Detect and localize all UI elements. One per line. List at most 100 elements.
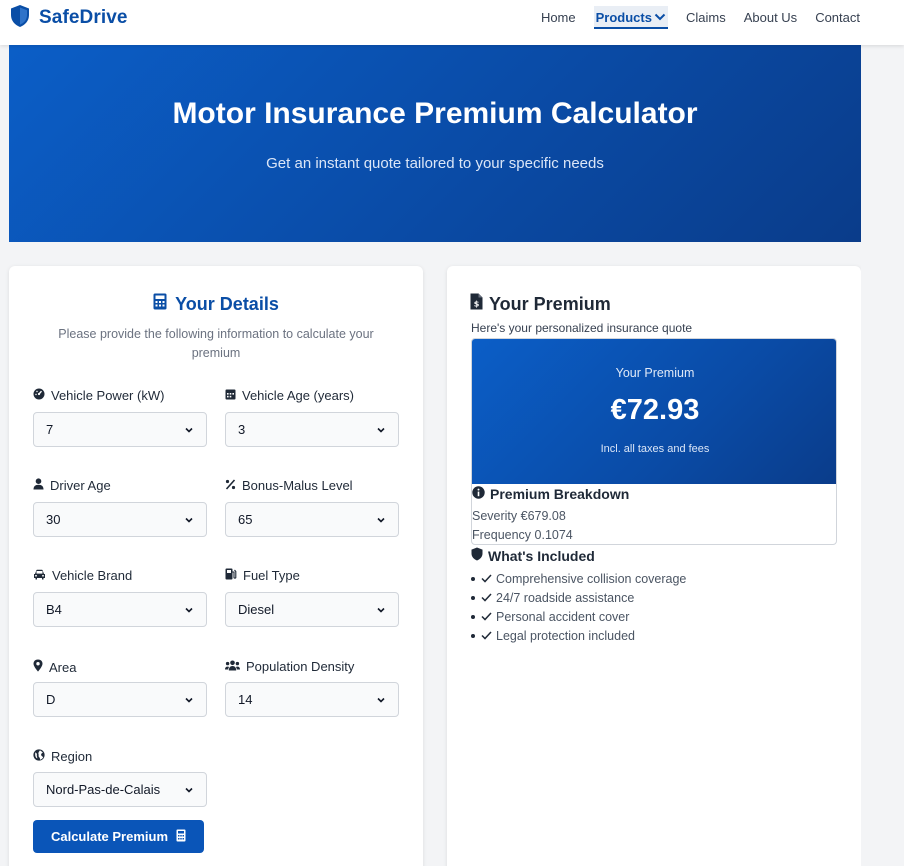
region-label: Region xyxy=(51,749,93,764)
info-circle-icon xyxy=(472,486,485,502)
driver-age-value: 30 xyxy=(46,512,61,527)
vehicle-brand-select[interactable]: B4 xyxy=(33,592,207,627)
details-heading: Your Details xyxy=(9,293,423,315)
premium-amount: €72.93 xyxy=(610,394,700,426)
vehicle-power-label: Vehicle Power (kW) xyxy=(51,388,165,403)
quote-header: Your Premium €72.93 Incl. all taxes and … xyxy=(472,339,836,484)
breakdown-severity: Severity €679.08 xyxy=(472,509,566,523)
list-item: Comprehensive collision coverage xyxy=(471,569,686,588)
page-scrollbar-track[interactable] xyxy=(861,45,904,866)
list-item: 24/7 roadside assistance xyxy=(471,588,686,607)
bullet-icon xyxy=(471,595,475,600)
list-item: Personal accident cover xyxy=(471,607,686,626)
vehicle-power-value: 7 xyxy=(46,422,54,437)
nav-contact[interactable]: Contact xyxy=(815,6,860,29)
included-item-text: Legal protection included xyxy=(496,628,635,643)
chevron-down-icon xyxy=(376,602,386,617)
premium-note: Incl. all taxes and fees xyxy=(600,443,710,455)
chevron-down-icon xyxy=(184,692,194,707)
hero-subtitle: Get an instant quote tailored to your sp… xyxy=(266,155,604,172)
chevron-down-icon xyxy=(184,602,194,617)
driver-age-label: Driver Age xyxy=(50,478,111,493)
details-subtitle: Please provide the following information… xyxy=(58,327,374,360)
area-value: D xyxy=(46,692,56,707)
bonus-malus-label: Bonus-Malus Level xyxy=(242,478,353,493)
gauge-icon xyxy=(33,388,45,403)
chevron-down-icon xyxy=(376,692,386,707)
vehicle-brand-value: B4 xyxy=(46,602,62,617)
included-title: What's Included xyxy=(488,547,595,564)
included-list: Comprehensive collision coverage 24/7 ro… xyxy=(471,569,686,645)
nav-products[interactable]: Products xyxy=(593,6,668,29)
nav-home[interactable]: Home xyxy=(541,6,576,29)
main-nav: Home Products Claims About Us Contact xyxy=(541,6,860,29)
vehicle-age-select[interactable]: 3 xyxy=(225,412,399,447)
vehicle-age-label: Vehicle Age (years) xyxy=(242,388,355,403)
population-density-label: Population Density xyxy=(246,659,355,674)
breakdown-frequency: Frequency 0.1074 xyxy=(472,528,573,542)
bonus-malus-select[interactable]: 65 xyxy=(225,502,399,537)
fuel-type-value: Diesel xyxy=(238,602,275,617)
vehicle-power-select[interactable]: 7 xyxy=(33,412,207,447)
user-icon xyxy=(33,478,44,493)
fuel-icon xyxy=(225,568,237,583)
field-label-area: Area xyxy=(33,659,76,675)
car-icon xyxy=(33,568,46,583)
field-label-population-density: Population Density xyxy=(225,659,354,674)
percent-icon xyxy=(225,478,236,493)
breakdown-title: Premium Breakdown xyxy=(490,486,630,502)
globe-icon xyxy=(33,749,45,764)
calculate-premium-button[interactable]: Calculate Premium xyxy=(33,820,204,853)
fuel-type-select[interactable]: Diesel xyxy=(225,592,399,627)
details-title: Your Details xyxy=(175,293,279,314)
breakdown-heading: Premium Breakdown xyxy=(472,486,629,502)
field-label-driver-age: Driver Age xyxy=(33,478,111,493)
bonus-malus-value: 65 xyxy=(238,512,253,527)
driver-age-select[interactable]: 30 xyxy=(33,502,207,537)
quote-label: Your Premium xyxy=(615,366,695,380)
chevron-down-icon xyxy=(184,782,194,797)
invoice-dollar-icon: $ xyxy=(470,293,483,315)
premium-title: Your Premium xyxy=(489,293,611,314)
brand-logo[interactable]: SafeDrive xyxy=(9,4,128,30)
population-density-select[interactable]: 14 xyxy=(225,682,399,717)
included-item-text: Comprehensive collision coverage xyxy=(496,571,687,586)
nav-products-label: Products xyxy=(595,10,652,25)
calendar-icon xyxy=(225,388,236,403)
population-density-value: 14 xyxy=(238,692,253,707)
nav-claims[interactable]: Claims xyxy=(686,6,726,29)
field-label-fuel-type: Fuel Type xyxy=(225,568,300,583)
region-value: Nord-Pas-de-Calais xyxy=(46,782,161,797)
svg-text:$: $ xyxy=(474,300,480,309)
calculator-icon xyxy=(153,293,167,315)
included-item-text: 24/7 roadside assistance xyxy=(496,590,635,605)
area-select[interactable]: D xyxy=(33,682,207,717)
bullet-icon xyxy=(471,614,475,619)
field-label-region: Region xyxy=(33,749,92,764)
fuel-type-label: Fuel Type xyxy=(243,568,300,583)
field-label-vehicle-brand: Vehicle Brand xyxy=(33,568,132,583)
chevron-down-icon xyxy=(376,422,386,437)
map-pin-icon xyxy=(33,659,43,675)
details-card: Your Details Please provide the followin… xyxy=(9,266,423,866)
chevron-down-icon xyxy=(184,512,194,527)
check-icon xyxy=(481,629,492,643)
chevron-down-icon xyxy=(184,422,194,437)
chevron-down-icon xyxy=(376,512,386,527)
top-navbar: SafeDrive Home Products Claims About Us … xyxy=(0,0,904,45)
brand-name: SafeDrive xyxy=(39,7,128,28)
region-select[interactable]: Nord-Pas-de-Calais xyxy=(33,772,207,807)
hero-banner: Motor Insurance Premium Calculator Get a… xyxy=(9,45,861,242)
field-label-vehicle-power: Vehicle Power (kW) xyxy=(33,388,164,403)
premium-subtitle: Here's your personalized insurance quote xyxy=(471,321,693,335)
quote-box: Your Premium €72.93 Incl. all taxes and … xyxy=(471,338,837,545)
premium-card: $ Your Premium Here's your personalized … xyxy=(447,266,861,866)
nav-about-us[interactable]: About Us xyxy=(744,6,797,29)
check-icon xyxy=(481,591,492,605)
chevron-down-icon xyxy=(654,10,666,25)
calculator-icon xyxy=(176,829,186,845)
premium-heading: $ Your Premium xyxy=(470,293,611,315)
included-heading: What's Included xyxy=(471,547,595,564)
vehicle-brand-label: Vehicle Brand xyxy=(52,568,133,583)
included-item-text: Personal accident cover xyxy=(496,609,630,624)
